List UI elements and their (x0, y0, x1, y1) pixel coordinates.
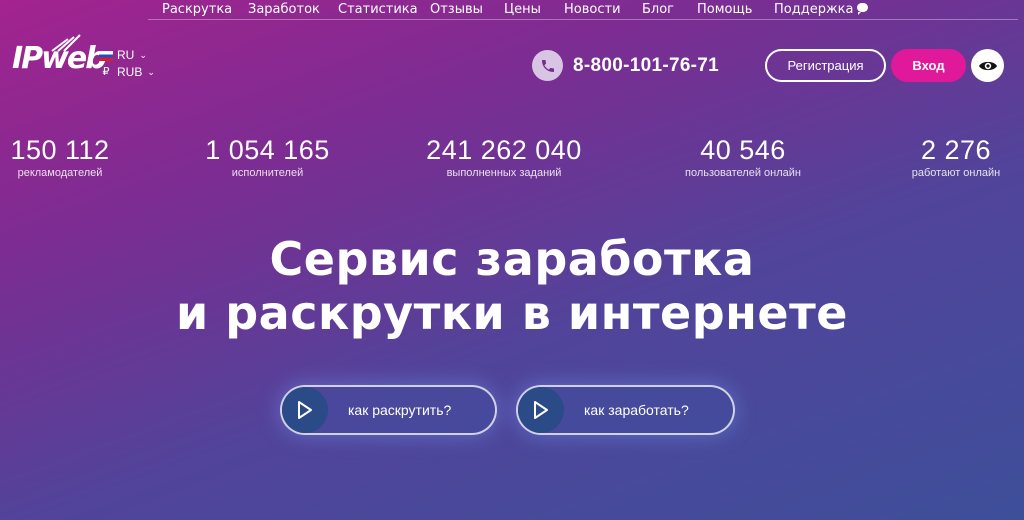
hero-title-line2: и раскрутки в интернете (175, 286, 848, 340)
cta-label: как раскрутить? (348, 402, 452, 418)
currency-selector[interactable]: ₽ RUB ⌄ (99, 64, 155, 81)
nav-item-support[interactable]: Поддержка (774, 2, 868, 17)
ruble-icon: ₽ (102, 66, 110, 78)
stat-label: работают онлайн (911, 167, 1001, 179)
phone-number: 8-800-101-76-71 (573, 54, 720, 76)
nav-item-help[interactable]: Помощь (697, 2, 752, 17)
stat-label: рекламодателей (17, 167, 103, 179)
stat-value: 150 112 (10, 135, 110, 165)
hero-title: Сервис заработка и раскрутки в интернете (0, 232, 1024, 340)
stat-label: выполненных заданий (446, 167, 562, 179)
register-button[interactable]: Регистрация (765, 49, 886, 82)
how-to-promote-button[interactable]: как раскрутить? (280, 385, 497, 435)
phone-contact[interactable]: 8-800-101-76-71 (532, 50, 719, 81)
nav-item-statistics[interactable]: Статистика (338, 2, 418, 17)
accessibility-eye-button[interactable] (971, 49, 1004, 82)
chat-icon (856, 3, 868, 15)
currency-label: RUB (117, 65, 143, 79)
nav-item-reviews[interactable]: Отзывы (430, 2, 483, 17)
cta-label: как заработать? (584, 402, 689, 418)
logo[interactable]: IPweb (12, 33, 107, 81)
stat-value: 2 276 (920, 135, 992, 165)
locale-selector: RU ⌄ ₽ RUB ⌄ (99, 47, 155, 81)
nav-item-earnings[interactable]: Заработок (248, 2, 320, 17)
play-icon (518, 387, 564, 433)
nav-item-promotion[interactable]: Раскрутка (162, 2, 232, 17)
stat-value: 40 546 (700, 135, 786, 165)
nav-item-prices[interactable]: Цены (504, 2, 541, 17)
how-to-earn-button[interactable]: как заработать? (516, 385, 735, 435)
stat-value: 241 262 040 (426, 135, 582, 165)
play-icon (282, 387, 328, 433)
phone-icon (532, 50, 563, 81)
language-label: RU (117, 48, 135, 62)
stat-performers: 1 054 165 исполнителей (200, 135, 335, 179)
flag-ru-icon (99, 50, 113, 61)
stats-bar: 150 112 рекламодателей 1 054 165 исполни… (0, 135, 1024, 195)
logo-arrows-icon (51, 34, 81, 52)
eye-icon (978, 61, 997, 70)
login-button[interactable]: Вход (891, 49, 966, 82)
nav-item-news[interactable]: Новости (564, 2, 621, 17)
stat-advertisers: 150 112 рекламодателей (10, 135, 110, 179)
nav-item-blog[interactable]: Блог (642, 2, 674, 17)
chevron-down-icon: ⌄ (139, 50, 147, 60)
top-navigation: Раскрутка Заработок Статистика Отзывы Це… (148, 0, 1018, 20)
stat-label: пользователей онлайн (685, 167, 801, 179)
stat-value: 1 054 165 (205, 135, 330, 165)
stat-tasks-completed: 241 262 040 выполненных заданий (420, 135, 588, 179)
nav-item-support-label: Поддержка (774, 2, 854, 17)
language-selector[interactable]: RU ⌄ (99, 47, 155, 64)
stat-label: исполнителей (231, 167, 304, 179)
stat-users-online: 40 546 пользователей онлайн (672, 135, 814, 179)
hero-title-line1: Сервис заработка (269, 232, 755, 286)
chevron-down-icon: ⌄ (147, 67, 155, 77)
stat-working-online: 2 276 работают онлайн (900, 135, 1012, 179)
